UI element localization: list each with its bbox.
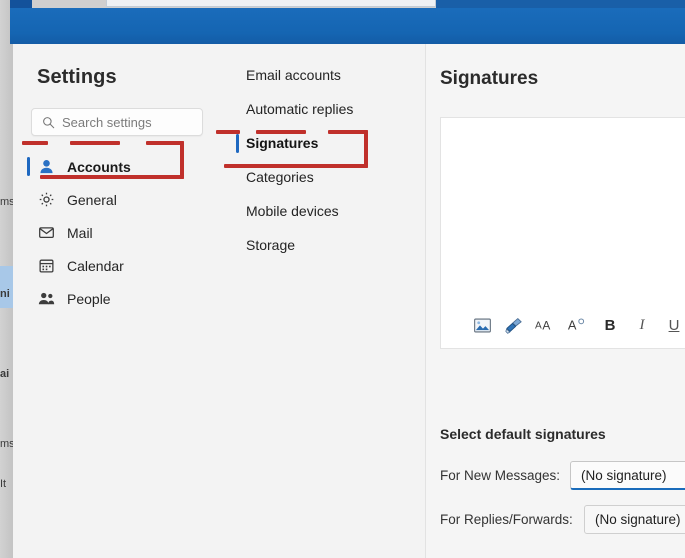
sidebar-nav-list: Accounts General Mail Calendar People (13, 150, 220, 315)
envelope-icon (37, 224, 55, 242)
settings-dialog: Settings Search settings Accounts Genera… (13, 44, 685, 558)
subnav-item-storage[interactable]: Storage (220, 228, 425, 262)
people-icon (37, 290, 55, 308)
signature-editor-input[interactable] (441, 118, 685, 303)
svg-text:A: A (542, 319, 550, 333)
signature-editor-toolbar: A A A B I U (441, 302, 685, 348)
person-icon (37, 158, 55, 176)
page-title: Settings (37, 66, 117, 88)
background-toolbar-strip (106, 0, 436, 7)
settings-sidebar: Settings Search settings Accounts Genera… (13, 44, 220, 558)
search-placeholder: Search settings (62, 114, 152, 130)
calendar-icon (37, 257, 55, 275)
default-new-messages-label: For New Messages: (440, 468, 561, 483)
default-replies-label: For Replies/Forwards: (440, 512, 573, 527)
default-replies-dropdown[interactable]: (No signature) (584, 505, 685, 534)
screenshot-root: ms ni ai ms It Settings Search settings (0, 0, 685, 558)
subnav-item-automatic-replies[interactable]: Automatic replies (220, 92, 425, 126)
default-replies-row: For Replies/Forwards: (No signature) (440, 505, 685, 534)
sidebar-item-label: Mail (67, 224, 93, 241)
bold-icon[interactable]: B (595, 310, 625, 340)
default-new-messages-dropdown[interactable]: (No signature) (570, 461, 685, 490)
sidebar-item-label: People (67, 290, 111, 307)
subnav-item-label: Mobile devices (246, 203, 339, 219)
insert-picture-icon[interactable] (467, 310, 497, 340)
search-icon (42, 116, 55, 129)
sidebar-item-mail[interactable]: Mail (13, 216, 220, 249)
default-new-messages-row: For New Messages: (No signature) (440, 461, 685, 490)
sidebar-item-calendar[interactable]: Calendar (13, 249, 220, 282)
underline-icon[interactable]: U (659, 310, 685, 340)
content-title: Signatures (440, 68, 539, 89)
subnav-item-label: Categories (246, 169, 314, 185)
subnav-item-label: Email accounts (246, 67, 341, 83)
signatures-pane: Signatures A A A B I U Select default si… (426, 44, 685, 558)
sidebar-item-label: General (67, 191, 117, 208)
format-painter-icon[interactable] (499, 310, 529, 340)
search-input[interactable]: Search settings (31, 108, 203, 136)
sidebar-item-label: Calendar (67, 257, 124, 274)
text-effects-icon[interactable]: A (563, 310, 593, 340)
subnav-item-signatures[interactable]: Signatures (220, 126, 425, 160)
sidebar-item-label: Accounts (67, 158, 131, 175)
dropdown-value: (No signature) (595, 512, 681, 527)
svg-text:A: A (535, 321, 542, 332)
font-size-icon[interactable]: A A (531, 310, 561, 340)
signature-editor-card: A A A B I U (440, 117, 685, 349)
subnav-item-categories[interactable]: Categories (220, 160, 425, 194)
dialog-title-bar-fill (10, 8, 685, 44)
subnav-item-label: Signatures (246, 135, 319, 151)
subnav-item-label: Storage (246, 237, 296, 253)
subnav-item-mobile-devices[interactable]: Mobile devices (220, 194, 425, 228)
sidebar-item-accounts[interactable]: Accounts (13, 150, 220, 183)
settings-subnav: Email accounts Automatic replies Signatu… (220, 44, 426, 558)
subnav-item-label: Automatic replies (246, 101, 354, 117)
italic-icon[interactable]: I (627, 310, 657, 340)
gear-icon (37, 191, 55, 209)
dialog-title-bar[interactable] (10, 8, 685, 44)
background-selected-row (0, 266, 13, 308)
dropdown-value: (No signature) (581, 467, 667, 483)
svg-text:A: A (568, 318, 577, 333)
default-signatures-heading: Select default signatures (440, 426, 606, 442)
sidebar-item-people[interactable]: People (13, 282, 220, 315)
subnav-item-email-accounts[interactable]: Email accounts (220, 58, 425, 92)
sidebar-item-general[interactable]: General (13, 183, 220, 216)
